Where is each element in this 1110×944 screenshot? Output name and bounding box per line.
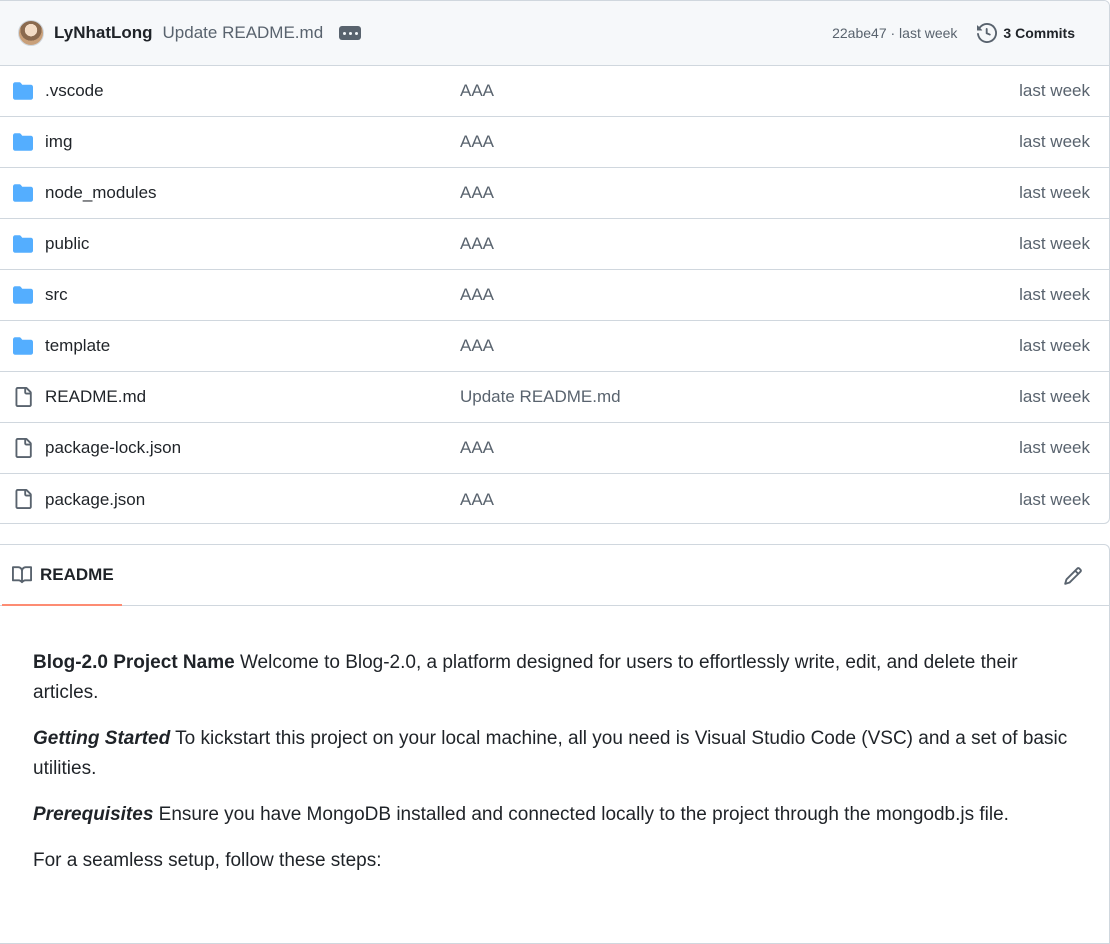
file-row[interactable]: src AAA last week <box>0 270 1109 321</box>
commit-author[interactable]: LyNhatLong <box>54 23 153 43</box>
file-commit-message[interactable]: AAA <box>460 285 494 305</box>
file-commit-message[interactable]: AAA <box>460 81 494 101</box>
file-icon <box>15 387 32 407</box>
getting-started-heading: Getting Started <box>33 728 171 749</box>
prerequisites-heading: Prerequisites <box>33 804 154 825</box>
expand-commit-button[interactable] <box>339 26 362 40</box>
file-row[interactable]: public AAA last week <box>0 219 1109 270</box>
file-row[interactable]: README.md Update README.md last week <box>0 372 1109 423</box>
project-name-heading: Blog-2.0 Project Name <box>33 652 235 673</box>
tab-readme[interactable]: README <box>2 545 122 606</box>
file-name-link[interactable]: img <box>45 132 72 152</box>
readme-paragraph: Blog-2.0 Project Name Welcome to Blog-2.… <box>33 652 1018 703</box>
file-commit-message[interactable]: AAA <box>460 438 494 458</box>
file-commit-date: last week <box>1019 81 1090 100</box>
file-row[interactable]: template AAA last week <box>0 321 1109 372</box>
file-name-link[interactable]: package-lock.json <box>45 438 181 458</box>
file-commit-date: last week <box>1019 336 1090 355</box>
file-commit-date: last week <box>1019 183 1090 202</box>
readme-paragraph: For a seamless setup, follow these steps… <box>33 850 382 871</box>
folder-icon <box>13 235 33 253</box>
file-name-link[interactable]: src <box>45 285 68 305</box>
file-commit-date: last week <box>1019 234 1090 253</box>
file-list: .vscode AAA last week img AAA last week node_m… <box>0 66 1109 523</box>
file-commit-message[interactable]: AAA <box>460 234 494 254</box>
file-name-link[interactable]: template <box>45 336 110 356</box>
file-icon <box>15 489 32 509</box>
readme-header: README <box>0 545 1109 606</box>
readme-paragraph: Prerequisites Ensure you have MongoDB in… <box>33 804 1009 825</box>
commits-count: 3 Commits <box>1003 25 1075 41</box>
file-row[interactable]: img AAA last week <box>0 117 1109 168</box>
file-commit-message[interactable]: AAA <box>460 336 494 356</box>
file-commit-date: last week <box>1019 489 1090 509</box>
file-icon <box>15 438 32 458</box>
file-name-link[interactable]: .vscode <box>45 81 104 101</box>
file-row[interactable]: package.json AAA last week <box>0 474 1109 523</box>
readme-tab-label: README <box>40 564 114 584</box>
commits-link[interactable]: 3 Commits <box>977 23 1075 43</box>
readme-panel: README Blog-2.0 Project Name Welcome to … <box>0 544 1110 944</box>
latest-commit-bar: LyNhatLong Update README.md 22abe47 · la… <box>0 1 1109 66</box>
readme-content: Blog-2.0 Project Name Welcome to Blog-2.… <box>0 648 1109 876</box>
file-name-link[interactable]: README.md <box>45 387 146 407</box>
file-row[interactable]: package-lock.json AAA last week <box>0 423 1109 474</box>
file-row[interactable]: node_modules AAA last week <box>0 168 1109 219</box>
file-commit-date: last week <box>1019 387 1090 406</box>
file-name-link[interactable]: package.json <box>45 490 145 510</box>
ellipsis-icon <box>342 31 346 35</box>
commit-meta: 22abe47 · last week 3 Commits <box>832 1 1075 65</box>
folder-icon <box>13 337 33 355</box>
file-commit-message[interactable]: Update README.md <box>460 387 621 407</box>
file-commit-date: last week <box>1019 285 1090 304</box>
folder-icon <box>13 82 33 100</box>
file-browser: LyNhatLong Update README.md 22abe47 · la… <box>0 0 1110 524</box>
file-commit-message[interactable]: AAA <box>460 490 494 510</box>
file-commit-message[interactable]: AAA <box>460 132 494 152</box>
folder-icon <box>13 286 33 304</box>
file-commit-date: last week <box>1019 132 1090 151</box>
folder-icon <box>13 184 33 202</box>
commit-sha-and-time[interactable]: 22abe47 · last week <box>832 25 957 41</box>
file-commit-message[interactable]: AAA <box>460 183 494 203</box>
pencil-icon[interactable] <box>1063 566 1083 586</box>
author-avatar[interactable] <box>18 20 44 46</box>
commit-message[interactable]: Update README.md <box>163 23 324 43</box>
file-commit-date: last week <box>1019 438 1090 457</box>
history-icon <box>977 23 998 43</box>
book-icon <box>12 565 32 583</box>
file-name-link[interactable]: node_modules <box>45 183 157 203</box>
readme-paragraph: Getting Started To kickstart this projec… <box>33 728 1068 779</box>
folder-icon <box>13 133 33 151</box>
file-name-link[interactable]: public <box>45 234 89 254</box>
file-row[interactable]: .vscode AAA last week <box>0 66 1109 117</box>
